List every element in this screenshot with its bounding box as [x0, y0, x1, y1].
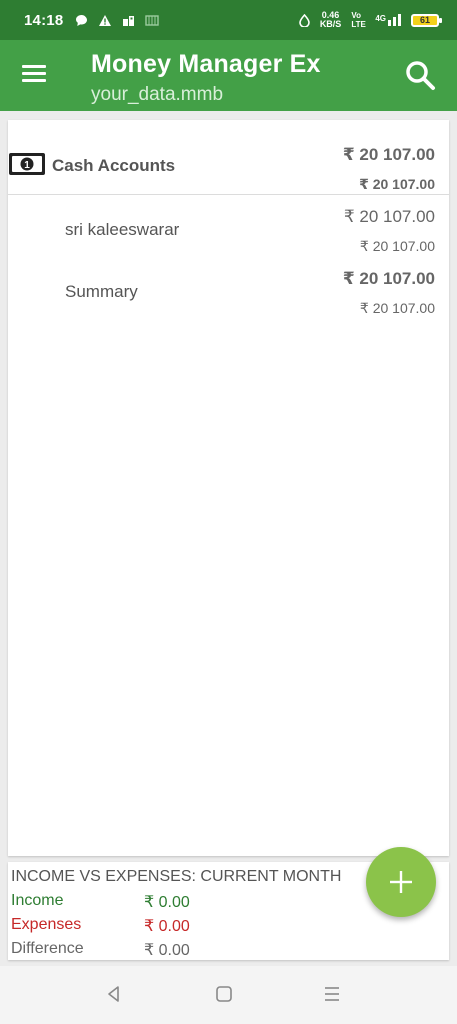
database-filename: your_data.mmb: [91, 84, 224, 105]
data-saver-icon: [299, 13, 310, 27]
income-value: ₹ 0.00: [144, 894, 190, 911]
expenses-value: ₹ 0.00: [144, 918, 190, 935]
account-group-label: Cash Accounts: [52, 156, 176, 175]
battery-icon: 61: [411, 13, 442, 27]
income-vs-expenses-title: INCOME VS EXPENSES: CURRENT MONTH: [11, 868, 342, 885]
expenses-label: Expenses: [11, 916, 82, 933]
system-navigation-bar: [0, 966, 457, 1024]
account-row[interactable]: sri kaleeswarar ₹ 20 107.00 ₹ 20 107.00: [8, 198, 449, 260]
account-group-cash[interactable]: 1 Cash Accounts ₹ 20 107.00 ₹ 20 107.00: [8, 120, 449, 195]
svg-text:1: 1: [24, 160, 30, 171]
account-name: sri kaleeswarar: [65, 220, 180, 239]
account-balance: ₹ 20 107.00: [343, 207, 435, 226]
search-icon[interactable]: [403, 58, 437, 92]
cash-icon: 1: [8, 152, 46, 176]
difference-label: Difference: [11, 940, 84, 957]
account-base-balance: ₹ 20 107.00: [359, 238, 435, 254]
add-transaction-button[interactable]: [366, 847, 436, 917]
summary-balance: ₹ 20 107.00: [342, 269, 435, 288]
account-group-base-balance: ₹ 20 107.00: [359, 176, 435, 192]
income-label: Income: [11, 892, 64, 909]
app-bar: Money Manager Ex your_data.mmb: [0, 40, 457, 111]
home-icon[interactable]: [214, 984, 236, 1006]
difference-value: ₹ 0.00: [144, 942, 190, 959]
menu-icon[interactable]: [22, 62, 48, 86]
summary-label: Summary: [65, 282, 138, 301]
app-title: Money Manager Ex: [91, 50, 321, 78]
signal-strength-icon: 4G: [375, 14, 401, 26]
account-group-balance: ₹ 20 107.00: [342, 145, 435, 164]
nfc-icon: [123, 15, 135, 26]
chat-icon: [76, 14, 88, 26]
summary-row: Summary ₹ 20 107.00 ₹ 20 107.00: [8, 260, 449, 322]
status-bar: 14:18 0.46 KB/S Vo LTE 4G 61: [0, 0, 457, 40]
network-speed: 0.46 KB/S: [319, 10, 342, 29]
app-notification-icon: [145, 14, 160, 26]
accounts-list: 1 Cash Accounts ₹ 20 107.00 ₹ 20 107.00 …: [8, 120, 449, 856]
recent-apps-icon[interactable]: [322, 984, 344, 1006]
summary-base-balance: ₹ 20 107.00: [359, 300, 435, 316]
volte-icon: Vo LTE: [351, 11, 366, 29]
back-icon[interactable]: [104, 984, 126, 1006]
plus-icon: [390, 871, 412, 893]
warning-icon: [99, 14, 112, 26]
status-time: 14:18: [24, 11, 64, 29]
